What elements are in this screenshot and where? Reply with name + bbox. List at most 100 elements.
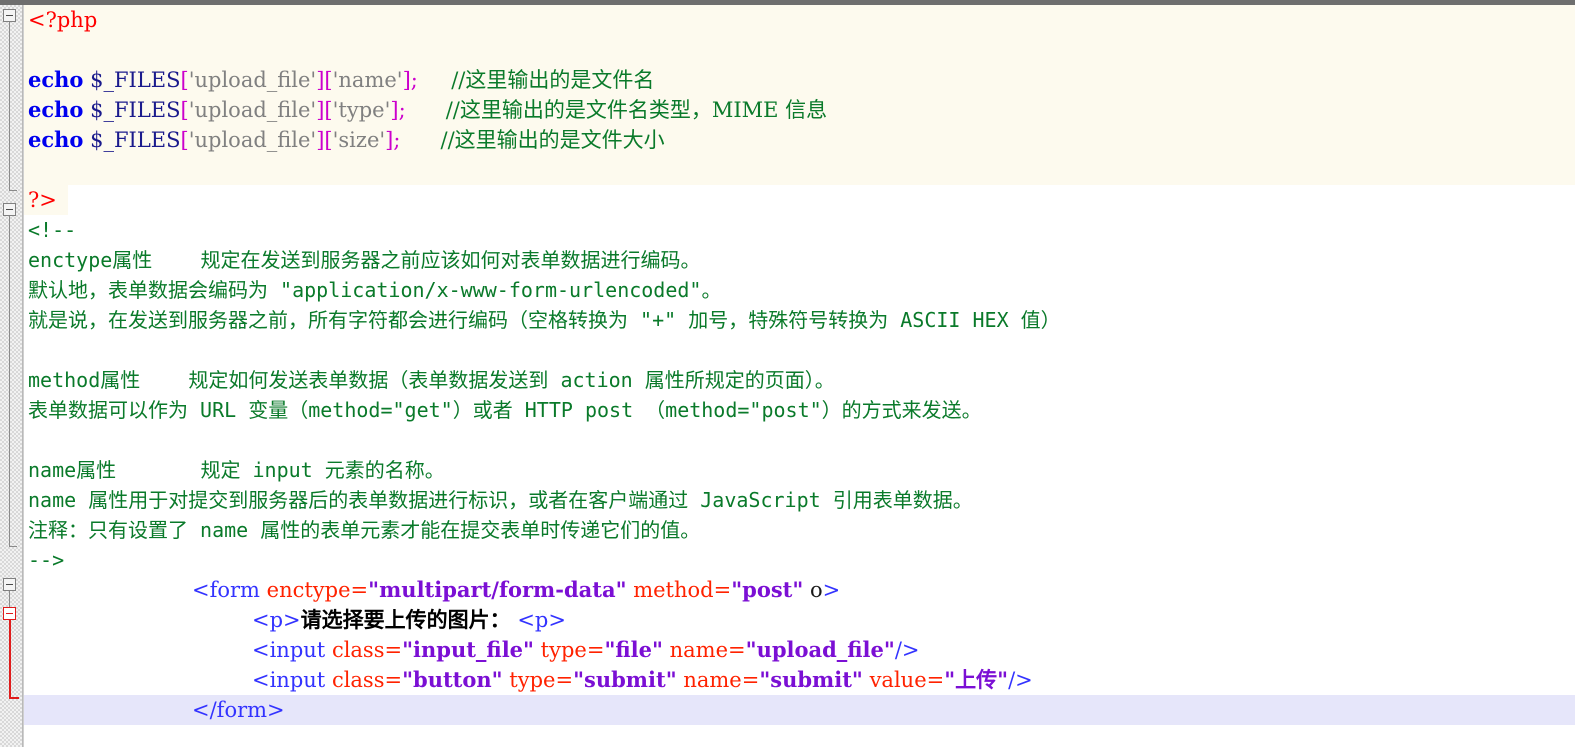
code-token: 注释：只有设置了 name 属性的表单元素才能在提交表单时传递它们的值。 bbox=[28, 518, 701, 542]
fold-bracket-comment-line bbox=[9, 216, 10, 546]
code-token: //这里输出的是文件名 bbox=[451, 68, 655, 92]
code-token: ] bbox=[390, 98, 399, 122]
code-token: class= bbox=[331, 668, 403, 692]
code-token: [ bbox=[324, 68, 333, 92]
code-token: $_FILES bbox=[90, 68, 181, 92]
code-token: "input_file" bbox=[402, 637, 534, 662]
code-line[interactable]: 注释：只有设置了 name 属性的表单元素才能在提交表单时传递它们的值。 bbox=[28, 515, 700, 545]
fold-bracket-form-line bbox=[9, 591, 10, 607]
code-token: name属性 规定 input 元素的名称。 bbox=[28, 458, 445, 482]
code-line[interactable] bbox=[28, 155, 35, 185]
code-line[interactable]: enctype属性 规定在发送到服务器之前应该如何对表单数据进行编码。 bbox=[28, 245, 700, 275]
code-token: <form bbox=[192, 578, 260, 602]
code-token: /> bbox=[894, 638, 920, 662]
fold-bracket-p-foot bbox=[9, 697, 19, 699]
code-editor-window: <?php echo $_FILES['upload_file']['name'… bbox=[0, 0, 1575, 747]
code-line[interactable]: name属性 规定 input 元素的名称。 bbox=[28, 455, 445, 485]
code-token: //这里输出的是文件大小 bbox=[440, 128, 665, 152]
code-token: 'name' bbox=[332, 68, 403, 92]
code-line[interactable]: echo $_FILES['upload_file']['name']; //这… bbox=[28, 65, 654, 95]
code-line[interactable] bbox=[28, 35, 35, 65]
code-line[interactable]: echo $_FILES['upload_file']['type']; //这… bbox=[28, 95, 827, 125]
code-line[interactable]: <!-- bbox=[28, 215, 76, 245]
code-token: type= bbox=[540, 638, 605, 662]
code-token: <p> bbox=[517, 608, 566, 632]
code-token: method= bbox=[633, 578, 732, 602]
code-token: "post" bbox=[731, 577, 804, 602]
code-token: [ bbox=[324, 98, 333, 122]
code-line[interactable]: <input class="button" type="submit" name… bbox=[252, 665, 1033, 695]
code-token: 'size' bbox=[332, 128, 386, 152]
code-token: "submit" bbox=[759, 667, 863, 692]
code-token: ; bbox=[398, 98, 406, 122]
code-surface[interactable]: <?php echo $_FILES['upload_file']['name'… bbox=[24, 5, 1575, 747]
code-line[interactable]: ?> bbox=[28, 185, 57, 215]
code-token: "上传" bbox=[944, 667, 1009, 692]
code-token: [ bbox=[324, 128, 333, 152]
code-token: 就是说，在发送到服务器之前，所有字符都会进行编码（空格转换为 "+" 加号，特殊… bbox=[28, 308, 1061, 332]
code-token: name 属性用于对提交到服务器后的表单数据进行标识，或者在客户端通过 Java… bbox=[28, 488, 973, 512]
fold-gutter[interactable] bbox=[0, 5, 23, 747]
code-token: "submit" bbox=[573, 667, 677, 692]
code-line[interactable]: method属性 规定如何发送表单数据（表单数据发送到 action 属性所规定… bbox=[28, 365, 835, 395]
code-line[interactable]: echo $_FILES['upload_file']['size']; //这… bbox=[28, 125, 665, 155]
code-token: enctype= bbox=[266, 578, 369, 602]
code-line[interactable]: <p>请选择要上传的图片： <p> bbox=[252, 605, 566, 635]
code-token: echo bbox=[28, 127, 84, 152]
code-token: --> bbox=[28, 548, 65, 572]
code-line[interactable]: <?php bbox=[28, 5, 97, 35]
code-line[interactable] bbox=[28, 335, 40, 365]
fold-bracket-comment-foot bbox=[9, 546, 17, 547]
code-token: /> bbox=[1008, 668, 1033, 692]
code-token: type= bbox=[509, 668, 574, 692]
code-token: <input bbox=[252, 668, 326, 692]
code-line[interactable]: name 属性用于对提交到服务器后的表单数据进行标识，或者在客户端通过 Java… bbox=[28, 485, 973, 515]
code-token: method属性 规定如何发送表单数据（表单数据发送到 action 属性所规定… bbox=[28, 368, 835, 392]
code-token: <!-- bbox=[28, 218, 77, 242]
code-token: 'type' bbox=[332, 98, 391, 122]
code-line[interactable]: <input class="input_file" type="file" na… bbox=[252, 635, 920, 665]
code-line[interactable]: 默认地，表单数据会编码为 "application/x-www-form-url… bbox=[28, 275, 721, 305]
code-token: 'upload_file' bbox=[188, 68, 317, 92]
fold-marker-html-comment[interactable] bbox=[3, 203, 16, 216]
code-token: ] bbox=[402, 68, 411, 92]
code-token: "upload_file" bbox=[745, 637, 895, 662]
code-token: enctype属性 规定在发送到服务器之前应该如何对表单数据进行编码。 bbox=[28, 248, 701, 272]
code-token: 请选择要上传的图片： bbox=[300, 607, 511, 632]
code-token: <p> bbox=[252, 608, 301, 632]
code-token: o bbox=[803, 578, 823, 602]
code-line[interactable]: </form> bbox=[192, 695, 285, 725]
code-line[interactable]: --> bbox=[28, 545, 64, 575]
code-token: echo bbox=[28, 67, 84, 92]
code-token: <input bbox=[252, 638, 326, 662]
code-line[interactable]: <form enctype="multipart/form-data" meth… bbox=[192, 575, 840, 605]
code-token: <?php bbox=[28, 8, 98, 32]
code-token: name= bbox=[669, 638, 746, 662]
fold-marker-php-block[interactable] bbox=[3, 9, 16, 22]
code-token: 默认地，表单数据会编码为 "application/x-www-form-url… bbox=[28, 278, 722, 302]
code-token: "file" bbox=[604, 637, 663, 662]
code-token: > bbox=[822, 578, 841, 602]
code-line[interactable]: 表单数据可以作为 URL 变量（method="get"）或者 HTTP pos… bbox=[28, 395, 982, 425]
code-token: </form> bbox=[192, 698, 285, 722]
fold-marker-p-element[interactable] bbox=[3, 607, 16, 620]
code-token: $_FILES bbox=[90, 98, 181, 122]
code-line[interactable] bbox=[28, 425, 40, 455]
code-token: [ bbox=[180, 128, 189, 152]
code-token: [ bbox=[180, 68, 189, 92]
code-token: $_FILES bbox=[90, 128, 181, 152]
code-token: [ bbox=[180, 98, 189, 122]
code-token: class= bbox=[331, 638, 403, 662]
fold-bracket-p-line bbox=[9, 620, 11, 698]
code-token: "button" bbox=[402, 667, 503, 692]
code-line[interactable]: 就是说，在发送到服务器之前，所有字符都会进行编码（空格转换为 "+" 加号，特殊… bbox=[28, 305, 1061, 335]
fold-marker-form-element[interactable] bbox=[3, 578, 16, 591]
code-token: ; bbox=[410, 68, 418, 92]
code-token: 'upload_file' bbox=[188, 128, 317, 152]
